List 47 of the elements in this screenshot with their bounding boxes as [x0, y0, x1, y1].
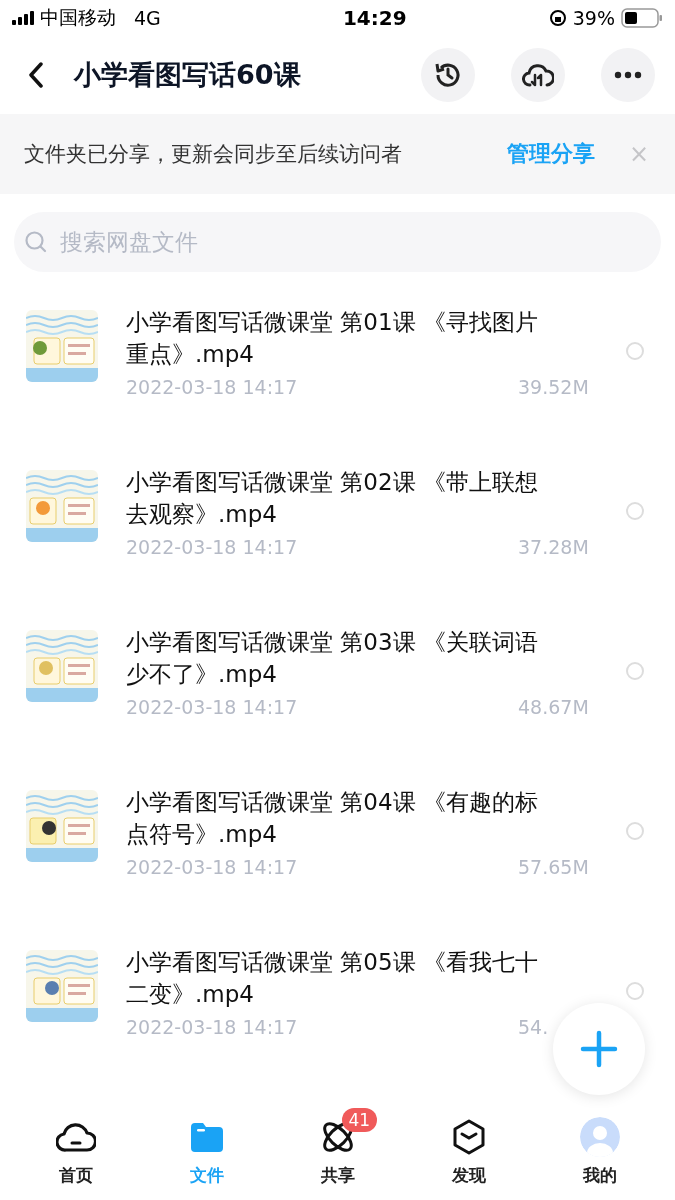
battery-percent: 39%	[572, 7, 615, 29]
file-date: 2022-03-18 14:17	[126, 536, 298, 558]
file-name: 小学看图写话微课堂 第01课 《寻找图片重点》.mp4	[126, 308, 539, 369]
cloud-transfer-icon	[522, 61, 554, 89]
select-radio[interactable]	[626, 662, 644, 680]
signal-icon	[12, 11, 34, 25]
tab-item[interactable]: 我的	[559, 1108, 640, 1200]
folder-icon	[188, 1121, 225, 1153]
select-radio[interactable]	[626, 982, 644, 1000]
tab-item[interactable]: 41 共享	[297, 1108, 378, 1200]
file-date: 2022-03-18 14:17	[126, 856, 298, 878]
network-type: 4G	[134, 7, 161, 29]
file-size: 37.28M	[518, 536, 590, 558]
back-icon[interactable]	[28, 62, 44, 88]
file-size: 54.	[518, 1016, 550, 1038]
select-radio[interactable]	[626, 502, 644, 520]
status-time: 14:29	[342, 6, 407, 30]
rotation-lock-icon	[548, 9, 567, 27]
avatar-icon	[579, 1117, 620, 1157]
hexagon-icon	[451, 1119, 486, 1155]
share-notice: 文件夹已分享，更新会同步至后续访问者	[24, 141, 403, 168]
search-field[interactable]: 搜索网盘文件	[14, 212, 661, 272]
file-name: 小学看图写话微课堂 第03课 《关联词语少不了》.mp4	[126, 628, 539, 689]
plus-icon	[579, 1029, 619, 1069]
file-item[interactable]: 小学看图写话微课堂 第04课 《有趣的标点符号》.mp4 2022-03-18 14:17 57.65M	[0, 764, 675, 924]
file-size: 39.52M	[518, 376, 590, 398]
select-radio[interactable]	[626, 822, 644, 840]
file-item[interactable]: 小学看图写话微课堂 第03课 《关联词语少不了》.mp4 2022-03-18 14:17 48.67M	[0, 604, 675, 764]
tab-item[interactable]: 首页	[35, 1108, 116, 1200]
file-item[interactable]: 小学看图写话微课堂 第02课 《带上联想去观察》.mp4 2022-03-18 14:17 37.28M	[0, 444, 675, 604]
file-name: 小学看图写话微课堂 第05课 《看我七十二变》.mp4	[126, 948, 539, 1009]
folder-title: 小学看图写话60课	[74, 58, 302, 92]
count-badge: 41	[341, 1108, 378, 1132]
file-name: 小学看图写话微课堂 第04课 《有趣的标点符号》.mp4	[126, 788, 539, 849]
file-size: 57.65M	[518, 856, 590, 878]
file-date: 2022-03-18 14:17	[126, 376, 298, 398]
carrier-name: 中国移动	[40, 5, 116, 30]
file-size: 48.67M	[518, 696, 590, 718]
select-radio[interactable]	[626, 342, 644, 360]
file-name: 小学看图写话微课堂 第02课 《带上联想去观察》.mp4	[126, 468, 539, 529]
cloud-icon	[55, 1121, 96, 1153]
tab-item[interactable]: 发现	[428, 1108, 509, 1200]
file-date: 2022-03-18 14:17	[126, 1016, 298, 1038]
battery-icon	[621, 8, 663, 28]
more-icon	[614, 71, 642, 79]
file-date: 2022-03-18 14:17	[126, 696, 298, 718]
file-item[interactable]: 小学看图写话微课堂 第01课 《寻找图片重点》.mp4 2022-03-18 14:17 39.52M	[0, 284, 675, 444]
